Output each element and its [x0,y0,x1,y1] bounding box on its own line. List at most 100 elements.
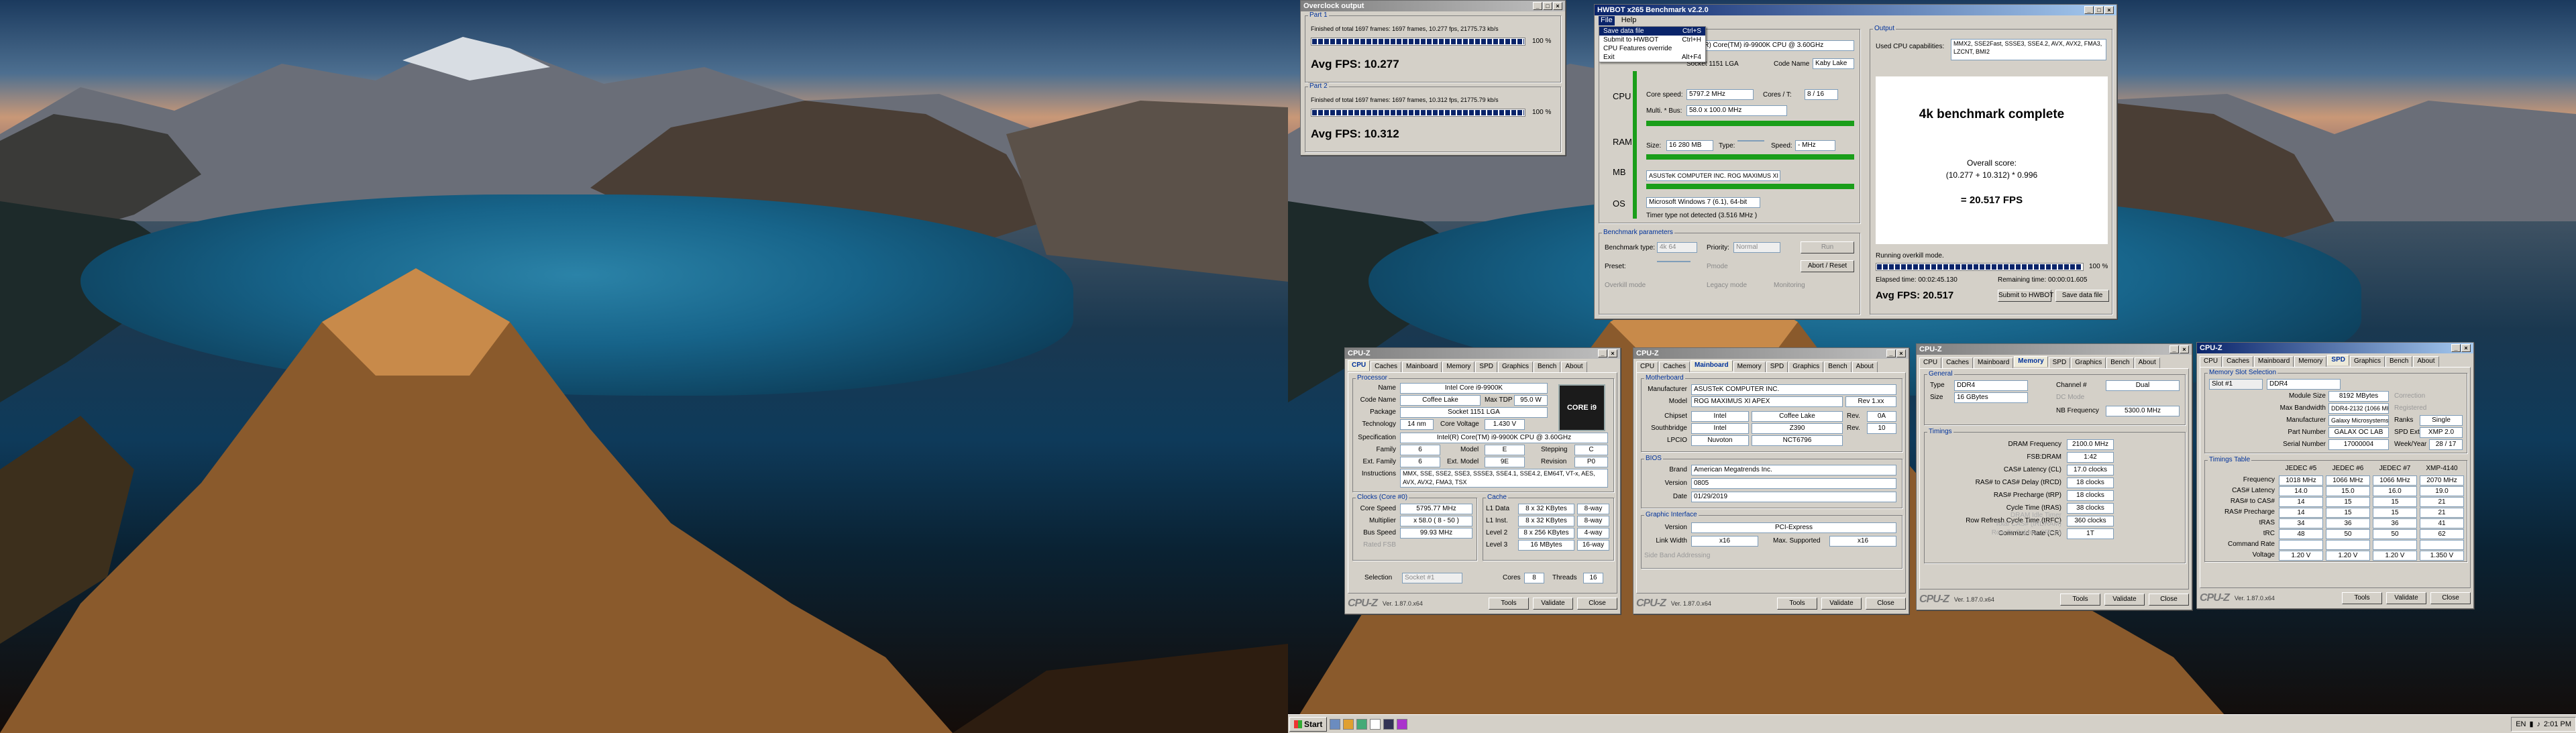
tools-button[interactable]: Tools [2060,594,2100,606]
tab-bench[interactable]: Bench [1534,361,1561,372]
tab-bench[interactable]: Bench [2385,356,2413,367]
tab-caches[interactable]: Caches [2222,356,2254,367]
title-bar[interactable]: CPU-Z _ × [2197,343,2473,353]
submit-hwbot-button[interactable]: Submit to HWBOT [1998,290,2053,302]
socket-select[interactable]: Socket #1 [1402,573,1462,583]
app-taskbar-icon[interactable] [1397,718,1408,730]
legacy-checkbox[interactable]: Legacy mode [1707,282,1747,289]
save-data-file-button[interactable]: Save data file [2055,290,2109,302]
title-bar[interactable]: HWBOT x265 Benchmark v2.2.0 _ □ × [1595,5,2116,15]
minimize-button[interactable]: _ [2084,6,2094,14]
validate-button[interactable]: Validate [2104,594,2145,606]
tools-button[interactable]: Tools [1489,598,1529,610]
maximize-button[interactable]: □ [1543,2,1552,10]
validate-button[interactable]: Validate [1533,598,1573,610]
priority-select[interactable]: Normal [1733,242,1780,253]
slot-select[interactable]: Slot #1 [2209,379,2263,390]
abort-reset-button[interactable]: Abort / Reset [1801,260,1854,272]
tab-bench[interactable]: Bench [2106,357,2134,368]
minimize-button[interactable]: _ [2451,344,2461,352]
menu-help[interactable]: Help [1621,16,1637,25]
close-button[interactable]: Close [2149,594,2189,606]
minimize-button[interactable]: _ [1598,349,1607,357]
language-indicator[interactable]: EN [2516,720,2526,728]
close-button[interactable]: Close [1577,598,1617,610]
tab-about[interactable]: About [1561,361,1587,372]
tab-about[interactable]: About [2413,356,2439,367]
network-icon[interactable]: ▮ [2529,720,2533,728]
validate-button[interactable]: Validate [1821,598,1862,610]
menu-item-save-data-file[interactable]: Save data file Ctrl+S [1599,27,1705,36]
close-button[interactable]: × [1553,2,1562,10]
start-button[interactable]: Start [1289,716,1328,732]
tab-spd[interactable]: SPD [1475,361,1497,372]
close-button[interactable]: × [2104,6,2114,14]
tab-memory[interactable]: Memory [2014,356,2048,367]
tab-caches[interactable]: Caches [1659,361,1690,372]
title-bar[interactable]: CPU-Z _ × [1345,348,1620,359]
close-button[interactable]: × [1896,349,1906,357]
menu-item-exit[interactable]: Exit Alt+F4 [1599,53,1705,62]
title-bar[interactable]: CPU-Z _ × [1917,344,2192,355]
tab-bench[interactable]: Bench [1824,361,1851,372]
tab-memory[interactable]: Memory [1733,361,1766,372]
clock[interactable]: 2:01 PM [2544,720,2571,728]
manufacturer-field: ASUSTeK COMPUTER INC. [1691,384,1896,395]
maxtdp-label: Max TDP [1485,396,1513,404]
tab-spd[interactable]: SPD [1766,361,1788,372]
tools-button[interactable]: Tools [2342,592,2382,604]
tab-mainboard[interactable]: Mainboard [1690,360,1733,371]
tab-caches[interactable]: Caches [1371,361,1402,372]
minimize-button[interactable]: _ [1886,349,1896,357]
overkill-checkbox[interactable]: Overkill mode [1605,282,1646,289]
run-button[interactable]: Run [1801,241,1854,253]
maximize-button[interactable]: □ [2094,6,2104,14]
explorer-icon[interactable] [1330,718,1341,730]
tab-graphics[interactable]: Graphics [2071,357,2106,368]
hwbot-taskbar-icon[interactable] [1370,718,1381,730]
terminal-icon[interactable] [1383,718,1395,730]
tab-mainboard[interactable]: Mainboard [1402,361,1442,372]
lpcio-model: NCT6796 [1752,435,1843,446]
title-bar[interactable]: Overclock output _ □ × [1301,1,1565,11]
tab-graphics[interactable]: Graphics [1497,361,1533,372]
tab-cpu[interactable]: CPU [1636,361,1659,372]
tab-memory[interactable]: Memory [2294,356,2327,367]
tools-button[interactable]: Tools [1777,598,1817,610]
tab-about[interactable]: About [2134,357,2160,368]
tab-graphics[interactable]: Graphics [2349,356,2385,367]
volume-icon[interactable]: ♪ [2537,720,2541,728]
menu-item-cpu-features-override[interactable]: CPU Features override [1599,44,1705,53]
close-button[interactable]: × [2461,344,2471,352]
close-button[interactable]: Close [2430,592,2471,604]
menu-item-submit-hwbot[interactable]: Submit to HWBOT Ctrl+H [1599,36,1705,44]
menu-file[interactable]: File [1599,16,1615,25]
tab-caches[interactable]: Caches [1942,357,1974,368]
minimize-button[interactable]: _ [2169,345,2179,353]
minimize-button[interactable]: _ [1533,2,1542,10]
table-cell: 14 [2279,508,2323,518]
tab-memory[interactable]: Memory [1442,361,1475,372]
monitoring-checkbox[interactable]: Monitoring [1774,282,1805,289]
tab-mainboard[interactable]: Mainboard [1974,357,2014,368]
folder-icon[interactable] [1343,718,1354,730]
close-button[interactable]: × [2180,345,2189,353]
close-button[interactable]: × [1608,349,1617,357]
pmode-checkbox[interactable]: Pmode [1707,263,1728,270]
validate-button[interactable]: Validate [2386,592,2426,604]
tab-about[interactable]: About [1851,361,1878,372]
tab-mainboard[interactable]: Mainboard [2254,356,2294,367]
tab-cpu[interactable]: CPU [2200,356,2222,367]
close-button[interactable]: Close [1866,598,1906,610]
tab-spd[interactable]: SPD [2048,357,2071,368]
cpuz-taskbar-icon[interactable] [1356,718,1368,730]
bench-type-select[interactable]: 4k 64 [1657,242,1697,253]
tab-spd[interactable]: SPD [2327,355,2349,365]
timing-label: Cycle Time (tRAS) [2006,504,2061,512]
title-bar[interactable]: CPU-Z _ × [1633,348,1909,359]
tab-graphics[interactable]: Graphics [1788,361,1824,372]
technology-field: 14 nm [1400,419,1434,430]
tab-cpu[interactable]: CPU [1348,360,1371,371]
tab-cpu[interactable]: CPU [1919,357,1942,368]
preset-select[interactable] [1657,261,1690,262]
